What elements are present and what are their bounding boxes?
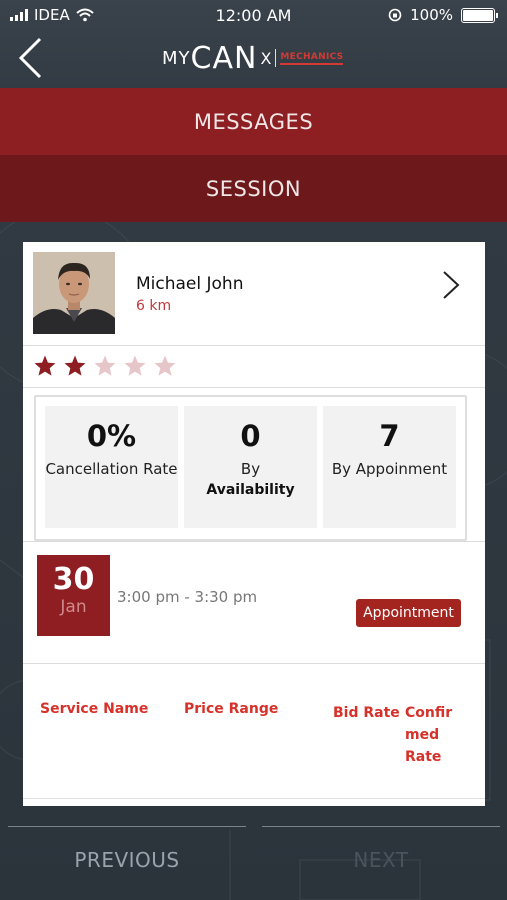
back-arrow-icon[interactable] <box>16 36 46 80</box>
app-logo: MY CAN X MECHANICS <box>162 38 344 78</box>
logo-my: MY <box>162 47 191 69</box>
header-bid-rate: Bid Rate <box>333 705 400 721</box>
logo-can: CAN <box>190 40 258 76</box>
battery-icon <box>461 7 498 23</box>
next-button[interactable]: NEXT <box>262 840 500 880</box>
stat-label: By <box>240 460 261 478</box>
nav-divider-left <box>8 826 246 827</box>
status-bar: IDEA 12:00 AM 100% <box>0 0 507 30</box>
stat-value: 0% <box>86 419 137 453</box>
stat-sublabel: Availability <box>206 482 295 498</box>
session-card: Michael John 6 km 0% Cancellation Rate 0… <box>23 242 485 806</box>
divider <box>23 798 485 799</box>
star-empty-icon <box>94 355 116 376</box>
tab-messages[interactable]: MESSAGES <box>0 88 507 155</box>
logo-x: X <box>260 48 272 68</box>
divider <box>23 663 485 664</box>
star-rating <box>33 354 177 378</box>
stats-panel: 0% Cancellation Rate 0 By Availability 7… <box>34 395 467 541</box>
app-header: MY CAN X MECHANICS <box>0 30 507 86</box>
header-service-name: Service Name <box>40 701 149 717</box>
session-month: Jan <box>60 597 87 617</box>
profile-row[interactable]: Michael John 6 km <box>23 242 485 346</box>
stat-value: 7 <box>379 419 400 453</box>
stat-cancellation: 0% Cancellation Rate <box>45 406 178 528</box>
profile-distance: 6 km <box>136 298 172 314</box>
header-price-range: Price Range <box>184 701 279 717</box>
status-right: 100% <box>388 6 498 24</box>
stat-appointment: 7 By Appoinment <box>323 406 456 528</box>
star-empty-icon <box>124 355 146 376</box>
profile-name: Michael John <box>136 274 244 294</box>
stat-value: 0 <box>240 419 261 453</box>
chevron-right-icon[interactable] <box>441 270 461 300</box>
stat-label: Cancellation Rate <box>45 460 178 478</box>
session-time-range: 3:00 pm - 3:30 pm <box>117 588 258 606</box>
avatar <box>33 252 115 334</box>
logo-tagline: MECHANICS <box>280 52 344 65</box>
nav-divider-right <box>262 826 500 827</box>
session-date-badge: 30 Jan <box>37 555 110 636</box>
rating-row <box>23 346 485 388</box>
previous-button[interactable]: PREVIOUS <box>8 840 246 880</box>
battery-percent: 100% <box>410 6 453 24</box>
stat-availability: 0 By Availability <box>184 406 317 528</box>
tab-session[interactable]: SESSION <box>0 155 507 222</box>
star-empty-icon <box>154 355 176 376</box>
stat-label: By Appoinment <box>331 460 448 478</box>
star-filled-icon <box>64 355 86 376</box>
logo-divider <box>275 49 277 67</box>
session-day: 30 <box>52 562 95 597</box>
star-filled-icon <box>34 355 56 376</box>
appointment-button[interactable]: Appointment <box>356 599 461 627</box>
rotation-lock-icon <box>388 8 402 22</box>
header-confirmed-rate: Confir med Rate <box>405 705 453 765</box>
divider <box>23 541 485 542</box>
